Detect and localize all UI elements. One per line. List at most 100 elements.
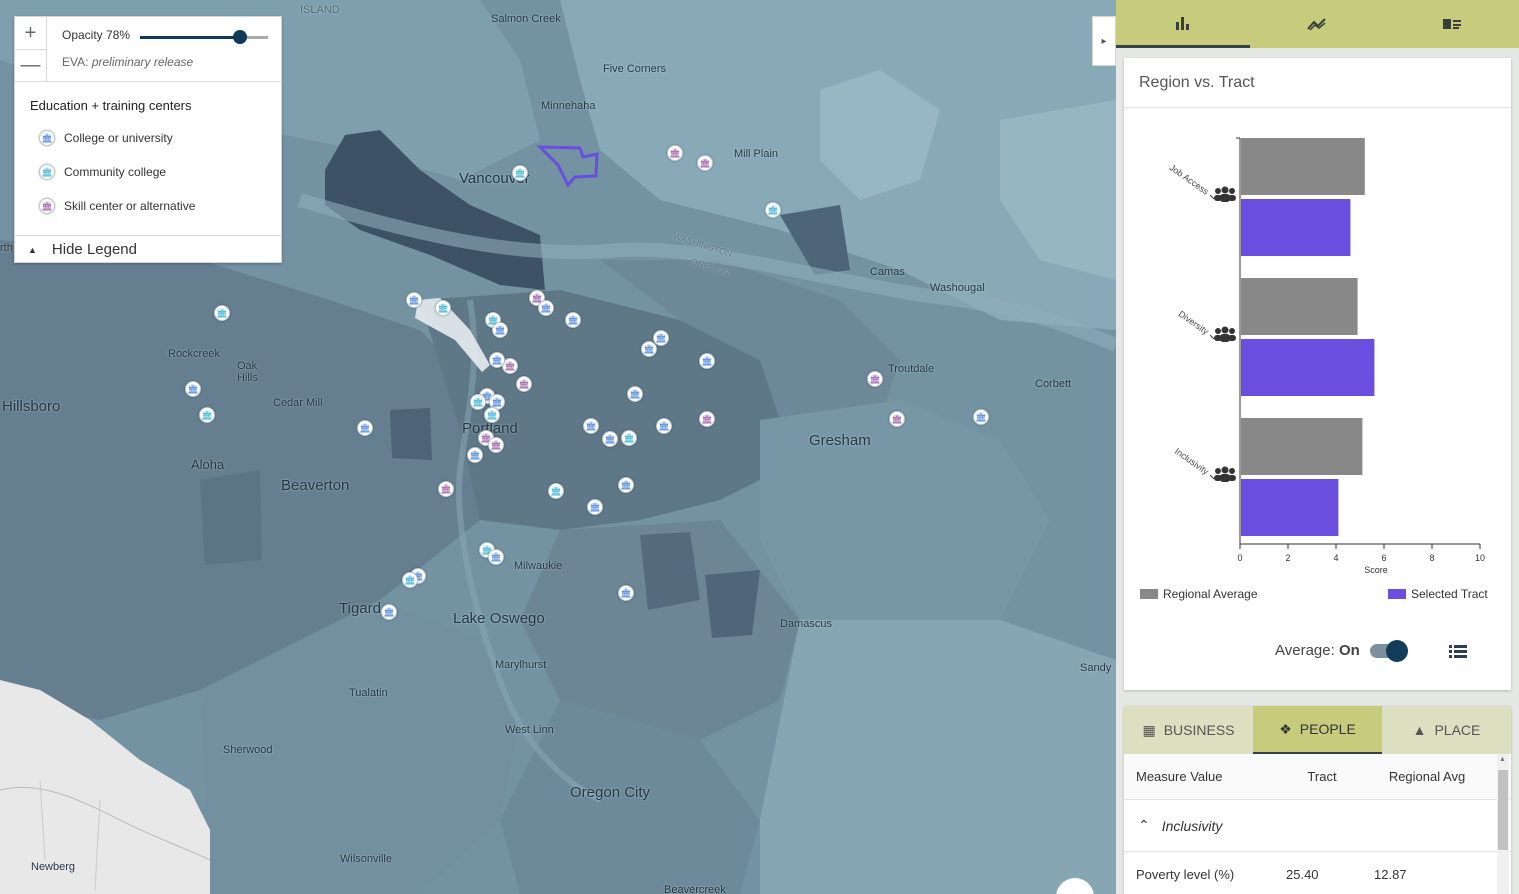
tab-business-label: BUSINESS [1163,722,1235,738]
tab-people-label: PEOPLE [1299,721,1356,737]
legend-item-label: College or university [64,131,173,145]
map-view[interactable]: ISLAND Salmon Creek Five Corners Minneha… [0,0,1116,894]
community-college-pin-icon[interactable]: 🏛 [402,572,418,588]
chart-legend-regional: Regional Average [1140,587,1258,601]
community-college-pin-icon[interactable]: 🏛 [512,165,528,181]
map-label-north-cutoff: rth [0,242,13,254]
map-label-washougal: Washougal [930,282,985,294]
map-label-sherwood: Sherwood [223,744,273,756]
college-pin-icon[interactable]: 🏛 [602,431,618,447]
college-pin-icon[interactable]: 🏛 [627,386,643,402]
college-pin-icon[interactable]: 🏛 [357,420,373,436]
panel-view-tabs [1116,0,1519,48]
x-tick-label: 6 [1381,553,1386,563]
map-label-cedar-mill: Cedar Mill [273,397,323,409]
scrollbar-thumb[interactable] [1498,770,1508,850]
community-college-pin-icon[interactable]: 🏛 [435,300,451,316]
community-college-pin-icon[interactable]: 🏛 [484,407,500,423]
community-college-pin-icon[interactable]: 🏛 [199,407,215,423]
college-pin-icon[interactable]: 🏛 [185,381,201,397]
college-pin-icon[interactable]: 🏛 [973,409,989,425]
college-pin-icon[interactable]: 🏛 [489,352,505,368]
community-college-pin-icon[interactable]: 🏛 [214,305,230,321]
collapse-panel-button[interactable]: ▸ [1092,16,1116,66]
map-label-gresham: Gresham [809,432,871,449]
trend-line-icon [1307,18,1327,31]
category-tick [1209,194,1215,200]
chart-legend-tract-label: Selected Tract [1411,587,1488,601]
college-pin-icon[interactable]: 🏛 [492,322,508,338]
skill-center-pin-icon[interactable]: 🏛 [516,376,532,392]
college-pin-icon[interactable]: 🏛 [406,292,422,308]
college-pin-icon[interactable]: 🏛 [488,549,504,565]
bar-regional-average [1241,278,1358,335]
skill-center-pin-icon[interactable]: 🏛 [867,371,883,387]
community-college-pin-icon[interactable]: 🏛 [548,483,564,499]
tab-people[interactable]: ❖ PEOPLE [1253,706,1382,754]
skill-center-icon: 🏛 [39,198,55,214]
tab-trend[interactable] [1250,0,1384,48]
tab-business[interactable]: ▦ BUSINESS [1124,706,1253,754]
tab-place[interactable]: ▲ PLACE [1382,706,1511,754]
category-tick [1209,474,1215,480]
college-pin-icon[interactable]: 🏛 [699,353,715,369]
skill-center-pin-icon[interactable]: 🏛 [889,411,905,427]
opacity-slider-handle[interactable] [232,30,247,44]
people-icon: ❖ [1279,720,1292,737]
college-pin-icon[interactable]: 🏛 [467,447,483,463]
legend-item-college: 🏛 College or university [39,130,173,146]
college-pin-icon[interactable]: 🏛 [587,499,603,515]
side-panel: Region vs. Tract 0 2 4 6 8 10 Score Job Access D… [1116,0,1519,894]
group-label: Inclusivity [1161,817,1223,834]
category-label: Diversity [1177,309,1211,337]
skill-center-pin-icon[interactable]: 🏛 [697,155,713,171]
chevron-up-icon: ⌃ [1138,817,1150,833]
column-header-regional: Regional Avg [1388,769,1466,784]
skill-center-pin-icon[interactable]: 🏛 [667,145,683,161]
community-college-pin-icon[interactable]: 🏛 [470,394,486,410]
x-tick-label: 8 [1429,553,1434,563]
regional-swatch [1140,589,1158,599]
map-label-wilsonville: Wilsonville [340,853,392,865]
bar-regional-average [1241,418,1363,475]
scroll-up-icon: ▲ [1499,756,1506,763]
college-pin-icon[interactable]: 🏛 [381,604,397,620]
x-axis-label: Score [1364,565,1388,575]
college-pin-icon[interactable]: 🏛 [565,312,581,328]
column-header-measure: Measure Value [1136,769,1223,784]
average-toggle[interactable] [1369,639,1408,662]
college-pin-icon[interactable]: 🏛 [618,477,634,493]
people-icon [1214,326,1236,342]
skill-center-pin-icon[interactable]: 🏛 [438,481,454,497]
map-label-island: ISLAND [300,4,340,16]
community-college-pin-icon[interactable]: 🏛 [621,430,637,446]
opacity-slider-fill [140,36,240,39]
group-row-inclusivity[interactable]: ⌃ Inclusivity [1124,800,1511,852]
college-pin-icon[interactable]: 🏛 [653,330,669,346]
building-icon: ▦ [1142,721,1156,738]
map-label-west-linn: West Linn [505,724,554,736]
opacity-slider[interactable] [140,30,268,44]
legend-item-label: Community college [64,165,167,179]
college-pin-icon[interactable]: 🏛 [583,418,599,434]
community-college-pin-icon[interactable]: 🏛 [765,202,781,218]
table-scrollbar[interactable]: ▲ [1497,754,1509,894]
map-label-newberg: Newberg [31,861,76,873]
map-label-rockcreek: Rockcreek [168,348,220,360]
hide-legend-button[interactable]: ▲ Hide Legend [15,235,281,263]
college-pin-icon[interactable]: 🏛 [656,418,672,434]
eva-prefix: EVA: [62,55,89,69]
skill-center-pin-icon[interactable]: 🏛 [488,437,504,453]
tab-profile[interactable] [1385,0,1519,48]
zoom-in-button[interactable]: + [15,17,46,49]
college-pin-icon[interactable]: 🏛 [618,585,634,601]
legend-item-community-college: 🏛 Community college [39,164,166,180]
tab-bar-chart[interactable] [1116,0,1251,48]
table-row: Poverty level (%) 25.40 12.87 [1124,852,1511,894]
zoom-out-button[interactable]: — [15,49,46,81]
legend-panel: + — Opacity 78% EVA: preliminary release… [14,16,282,263]
college-pin-icon[interactable]: 🏛 [538,300,554,316]
skill-center-pin-icon[interactable]: 🏛 [699,411,715,427]
map-label-oregon-city: Oregon City [570,784,651,801]
average-label: Average: On [1275,642,1360,659]
